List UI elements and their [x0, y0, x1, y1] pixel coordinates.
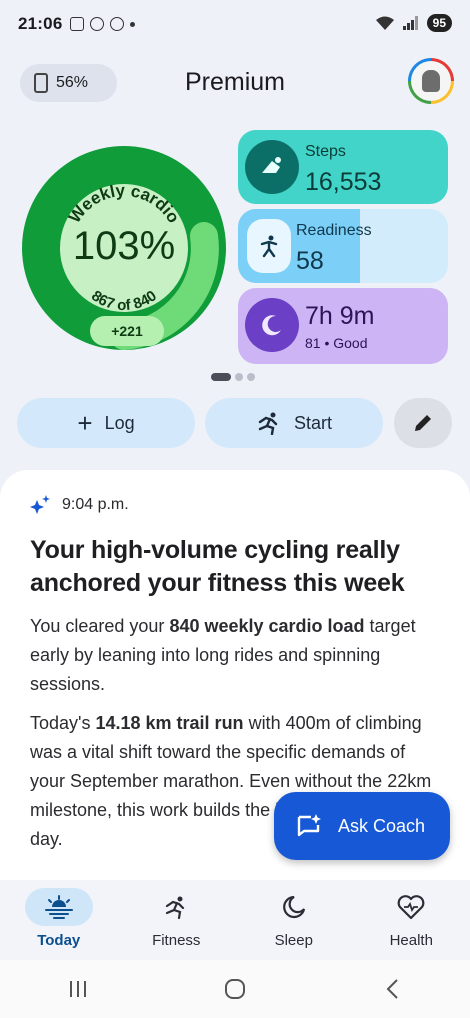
weekly-cardio-ring[interactable]: Weekly cardio 867 of 840 103% +221 — [20, 128, 228, 356]
insight-text: Today's — [30, 713, 96, 733]
back-icon — [386, 979, 398, 999]
log-label: Log — [104, 412, 135, 433]
wifi-icon — [375, 16, 394, 30]
insight-title: Your high-volume cycling really anchored… — [30, 536, 405, 597]
heart-icon — [377, 888, 445, 926]
nav-today[interactable]: Today — [0, 880, 118, 960]
notification-icons — [70, 17, 125, 31]
insight-highlight: 840 weekly cardio load — [169, 616, 365, 636]
edit-button[interactable] — [394, 398, 452, 448]
nav-label: Today — [37, 932, 81, 949]
profile-photo — [422, 70, 440, 92]
readiness-icon — [247, 219, 291, 273]
status-bar: 21:06 95 — [0, 0, 470, 48]
recent-apps-button[interactable] — [58, 974, 98, 1004]
ask-coach-label: Ask Coach — [338, 815, 426, 836]
cardio-delta-badge: +221 — [90, 316, 164, 346]
nav-label: Health — [389, 932, 433, 949]
pager-dot — [235, 373, 243, 381]
insight-text: You cleared your — [30, 616, 170, 636]
insight-paragraph-1: You cleared your 840 weekly cardio load … — [30, 612, 440, 699]
nav-label: Sleep — [274, 932, 313, 949]
home-button[interactable] — [215, 974, 255, 1004]
cardio-percent: 103% — [72, 224, 176, 268]
signal-icon — [402, 16, 418, 30]
start-button[interactable]: Start — [205, 398, 383, 448]
app-notification-icon — [110, 17, 125, 31]
avatar[interactable] — [408, 58, 454, 104]
run-icon — [258, 412, 278, 435]
steps-card[interactable]: Steps 16,553 — [238, 130, 448, 204]
sleep-moon-icon — [245, 298, 299, 352]
log-button[interactable]: + Log — [17, 398, 195, 448]
settings-icon — [90, 17, 105, 31]
pencil-icon — [415, 415, 431, 431]
moon-icon — [260, 888, 328, 926]
sparkle-icon — [30, 495, 50, 514]
steps-label: Steps — [305, 143, 346, 160]
battery-indicator: 95 — [426, 14, 452, 32]
nav-sleep[interactable]: Sleep — [235, 880, 353, 960]
pager-dot-active — [211, 373, 231, 381]
pager-dot — [247, 373, 255, 381]
screenshot-icon — [70, 17, 85, 31]
page-title: Premium — [184, 68, 285, 96]
nav-fitness[interactable]: Fitness — [118, 880, 236, 960]
bottom-navigation: Today Fitness Sleep Health — [0, 880, 470, 960]
readiness-card[interactable]: Readiness 58 — [238, 209, 448, 283]
insight-time: 9:04 p.m. — [62, 496, 129, 513]
chat-sparkle-icon — [297, 814, 321, 837]
insight-header: 9:04 p.m. — [30, 494, 440, 516]
app-header: 56% Premium — [0, 58, 470, 106]
status-time: 21:06 — [18, 14, 63, 33]
readiness-value: 58 — [296, 247, 324, 275]
carousel-pager — [211, 373, 255, 381]
readiness-label: Readiness — [296, 222, 372, 239]
ask-coach-button[interactable]: Ask Coach — [274, 792, 450, 860]
system-navigation-bar — [0, 960, 470, 1018]
steps-icon — [245, 140, 299, 194]
more-notifications-dot — [130, 21, 136, 27]
home-icon — [224, 979, 245, 999]
nav-label: Fitness — [152, 932, 201, 949]
sleep-score: 81 • Good — [305, 335, 368, 351]
back-button[interactable] — [372, 974, 412, 1004]
plus-icon: + — [77, 408, 93, 438]
steps-value: 16,553 — [305, 168, 382, 196]
insight-highlight: 14.18 km trail run — [95, 713, 244, 733]
recents-icon — [70, 981, 87, 997]
sunrise-icon — [24, 888, 93, 926]
start-label: Start — [293, 412, 332, 433]
sleep-duration: 7h 9m — [305, 302, 375, 330]
run-icon — [142, 888, 210, 926]
nav-health[interactable]: Health — [353, 880, 470, 960]
sleep-card[interactable]: 7h 9m 81 • Good — [238, 288, 448, 364]
